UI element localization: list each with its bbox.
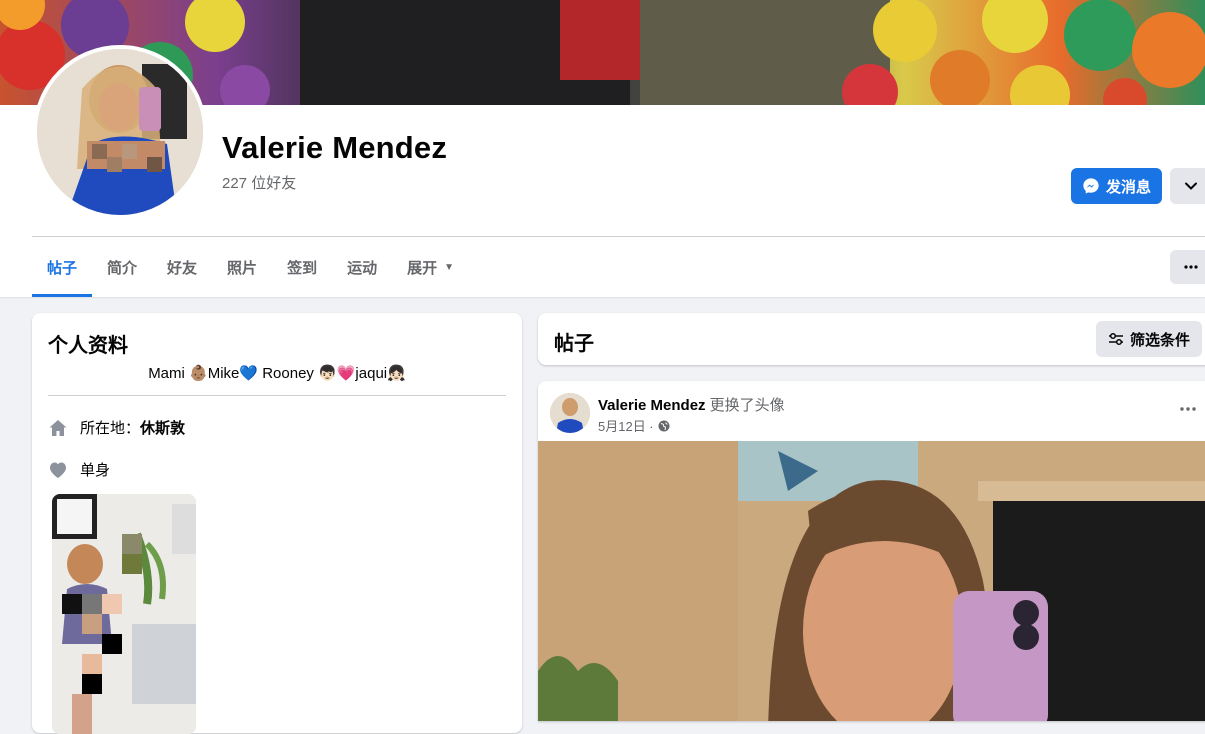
chevron-down-icon — [1185, 182, 1197, 190]
location-label: 所在地： — [80, 420, 141, 437]
profile-avatar[interactable] — [33, 45, 207, 219]
heart-icon — [50, 462, 66, 478]
message-button-label: 发消息 — [1105, 178, 1151, 196]
post-card: Valerie Mendez 更换了头像 5月12日 · — [538, 381, 1205, 721]
home-icon — [49, 419, 67, 436]
sliders-icon — [1108, 332, 1123, 346]
post-image[interactable] — [538, 441, 1205, 721]
post-author-avatar[interactable] — [550, 393, 590, 433]
intro-title: 个人资料 — [48, 335, 128, 357]
tab-sports[interactable]: 运动 — [332, 237, 392, 297]
globe-icon — [658, 420, 670, 431]
tab-friends[interactable]: 好友 — [152, 237, 212, 297]
tab-label: 好友 — [167, 259, 198, 277]
profile-more-button[interactable] — [1170, 168, 1205, 204]
relationship-row: 单身 — [48, 459, 110, 480]
tab-label: 签到 — [287, 259, 318, 277]
relationship-value: 单身 — [80, 462, 111, 479]
post-header: Valerie Mendez 更换了头像 — [598, 394, 785, 415]
friends-count[interactable]: 227 位好友 — [222, 172, 296, 193]
intro-card: 个人资料 Mami 👶🏽Mike💙 Rooney 👦🏻💗jaqui👧🏻 所在地：… — [32, 313, 522, 734]
tab-label: 运动 — [347, 259, 378, 277]
post-action-text: 更换了头像 — [709, 397, 785, 414]
tab-label: 照片 — [227, 259, 258, 277]
tab-posts[interactable]: 帖子 — [32, 237, 93, 297]
posts-header-card: 帖子 筛选条件 — [538, 313, 1205, 365]
tab-label: 展开 — [407, 259, 438, 277]
profile-tabs: 帖子 简介 好友 照片 签到 运动 展开 ▼ — [32, 237, 469, 297]
post-meta: 5月12日 · — [598, 416, 670, 435]
tabs-more-button[interactable] — [1170, 250, 1205, 284]
profile-name: Valerie Mendez — [222, 130, 448, 165]
post-author-name[interactable]: Valerie Mendez — [598, 397, 706, 414]
tab-label: 简介 — [107, 259, 138, 277]
post-date[interactable]: 5月12日 · — [598, 416, 654, 435]
tab-about[interactable]: 简介 — [92, 237, 152, 297]
avatar-image — [37, 49, 203, 215]
location-row: 所在地： 休斯敦 — [48, 417, 185, 438]
message-button[interactable]: 发消息 — [1071, 168, 1162, 204]
messenger-icon — [1083, 178, 1099, 194]
posts-title: 帖子 — [554, 333, 594, 355]
tab-label: 帖子 — [47, 259, 78, 277]
bio-text: Mami 👶🏽Mike💙 Rooney 👦🏻💗jaqui👧🏻 — [148, 365, 406, 382]
more-dots-icon — [1180, 407, 1196, 411]
location-value[interactable]: 休斯敦 — [140, 417, 185, 438]
filter-button[interactable]: 筛选条件 — [1096, 321, 1202, 357]
tab-checkins[interactable]: 签到 — [272, 237, 332, 297]
tab-photos[interactable]: 照片 — [212, 237, 272, 297]
featured-photo[interactable] — [52, 494, 196, 734]
more-dots-icon — [1184, 265, 1198, 269]
bio-divider — [48, 395, 506, 396]
tab-more[interactable]: 展开 ▼ — [392, 237, 469, 297]
filter-label: 筛选条件 — [1129, 331, 1190, 349]
caret-down-icon: ▼ — [444, 261, 455, 273]
header-shadow — [0, 297, 1205, 299]
post-options-button[interactable] — [1174, 395, 1202, 423]
